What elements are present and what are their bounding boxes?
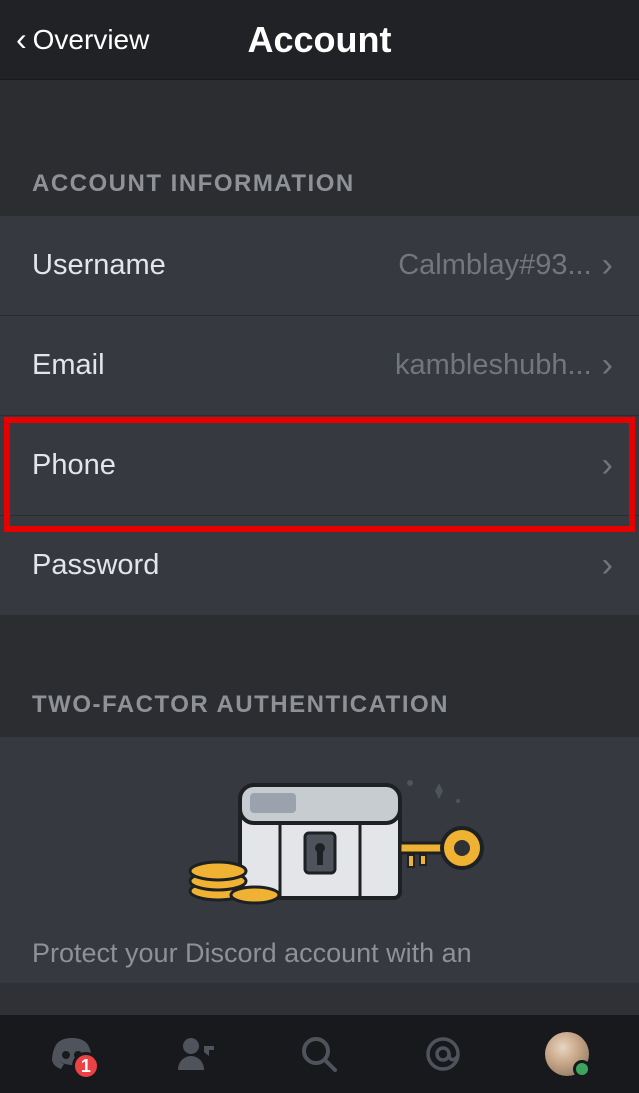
status-online-icon	[573, 1060, 591, 1078]
back-label: Overview	[33, 24, 150, 56]
page-title: Account	[248, 19, 392, 61]
spacer	[0, 80, 639, 152]
row-email-value: kambleshubh...	[395, 349, 592, 382]
twofa-section: Protect your Discord account with an	[0, 737, 639, 983]
section-header-account-info: ACCOUNT INFORMATION	[0, 152, 639, 216]
row-phone-label: Phone	[32, 449, 116, 482]
chevron-right-icon: ›	[602, 246, 613, 285]
twofa-description: Protect your Discord account with an	[32, 935, 607, 973]
row-email[interactable]: Email kambleshubh... ›	[0, 316, 639, 416]
spacer	[0, 615, 639, 673]
tab-mentions-icon[interactable]	[421, 1032, 465, 1076]
twofa-illustration-icon	[140, 763, 500, 913]
row-password[interactable]: Password ›	[0, 516, 639, 615]
tab-profile-avatar[interactable]	[545, 1032, 589, 1076]
chevron-right-icon: ›	[602, 446, 613, 485]
tab-discord-icon[interactable]: 1	[50, 1032, 94, 1076]
header-bar: ‹ Overview Account	[0, 0, 639, 80]
section-header-twofa: TWO-FACTOR AUTHENTICATION	[0, 673, 639, 737]
chevron-left-icon: ‹	[16, 21, 27, 58]
tab-search-icon[interactable]	[297, 1032, 341, 1076]
row-password-label: Password	[32, 549, 159, 582]
notification-badge: 1	[72, 1052, 100, 1080]
row-username-value: Calmblay#93...	[398, 249, 591, 282]
chevron-right-icon: ›	[602, 546, 613, 585]
chevron-right-icon: ›	[602, 346, 613, 385]
row-email-label: Email	[32, 349, 105, 382]
row-username-label: Username	[32, 249, 166, 282]
account-info-list: Username Calmblay#93... › Email kamblesh…	[0, 216, 639, 615]
tab-friends-icon[interactable]	[174, 1032, 218, 1076]
row-phone[interactable]: Phone ›	[0, 416, 639, 516]
back-button[interactable]: ‹ Overview	[16, 21, 149, 58]
bottom-tab-bar: 1	[0, 1015, 639, 1093]
row-username[interactable]: Username Calmblay#93... ›	[0, 216, 639, 316]
